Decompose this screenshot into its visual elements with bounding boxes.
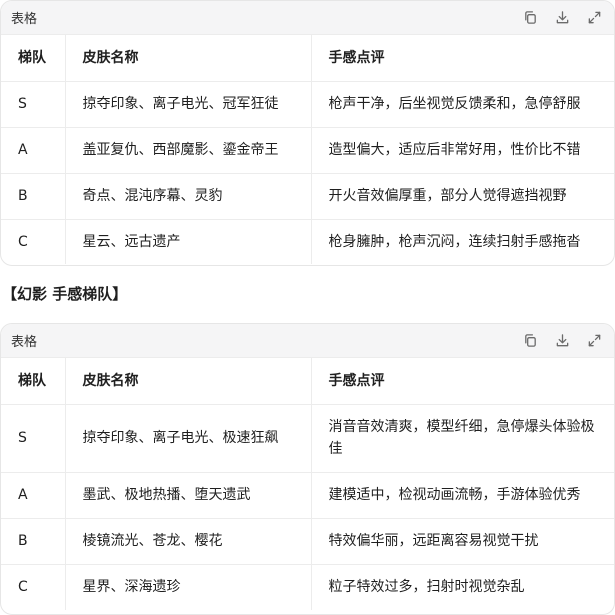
review-cell: 开火音效偏厚重，部分人觉得遮挡视野 [310,173,614,220]
copy-icon[interactable] [522,10,538,26]
expand-icon[interactable] [586,10,602,26]
table-card-header: 表格 [1,1,614,35]
table-card-title: 表格 [11,335,38,350]
table-header-row: 梯队 皮肤名称 手感点评 [1,35,614,82]
data-table: 梯队 皮肤名称 手感点评 S 掠夺印象、离子电光、极速狂飙 消音音效清爽，模型纤… [1,358,614,610]
skin-names-cell: 掠夺印象、离子电光、极速狂飙 [64,404,311,473]
table-header-row: 梯队 皮肤名称 手感点评 [1,358,614,405]
skin-names-cell: 棱镜流光、苍龙、樱花 [64,518,311,565]
table-row: B 棱镜流光、苍龙、樱花 特效偏华丽，远距离容易视觉干扰 [1,518,614,565]
tier-cell: S [1,404,65,473]
table-card-title: 表格 [11,12,38,27]
tier-cell: C [18,233,28,250]
column-header: 皮肤名称 [64,358,311,405]
column-header: 梯队 [1,358,65,405]
tier-cell: C [18,579,28,596]
skin-names-cell: 掠夺印象、离子电光、冠军狂徒 [64,81,311,128]
review-cell: 消音音效清爽，模型纤细，急停爆头体验极佳 [310,404,614,473]
review-cell: 建模适中，检视动画流畅，手游体验优秀 [310,472,614,519]
expand-icon[interactable] [586,333,602,349]
table-row: C 星云、远古遗产 枪身臃肿，枪声沉闷，连续扫射手感拖沓 [1,219,614,264]
column-header: 梯队 [1,35,65,82]
column-header: 手感点评 [310,35,614,82]
column-header: 手感点评 [310,358,614,405]
table-row: S 掠夺印象、离子电光、极速狂飙 消音音效清爽，模型纤细，急停爆头体验极佳 [1,404,614,473]
section-heading: 【幻影 手感梯队】 [2,285,128,303]
table-row: B 奇点、混沌序幕、灵豹 开火音效偏厚重，部分人觉得遮挡视野 [1,173,614,220]
tier-cell: A [1,472,65,519]
review-cell: 枪声干净，后坐视觉反馈柔和，急停舒服 [310,81,614,128]
review-cell: 特效偏华丽，远距离容易视觉干扰 [310,518,614,565]
review-cell: 枪身臃肿，枪声沉闷，连续扫射手感拖沓 [310,219,614,264]
skin-names-cell: 墨武、极地热播、堕天遗武 [64,472,311,519]
skin-names-cell: 奇点、混沌序幕、灵豹 [64,173,311,220]
tier-cell: B [1,518,65,565]
table-row: S 掠夺印象、离子电光、冠军狂徒 枪声干净，后坐视觉反馈柔和，急停舒服 [1,81,614,128]
download-icon[interactable] [554,333,570,349]
skin-names-cell: 星界、深海遗珍 [64,564,311,610]
tier-cell: B [1,173,65,220]
column-header: 皮肤名称 [64,35,311,82]
data-table: 梯队 皮肤名称 手感点评 S 掠夺印象、离子电光、冠军狂徒 枪声干净，后坐视觉反… [1,35,614,264]
table-row: A 墨武、极地热播、堕天遗武 建模适中，检视动画流畅，手游体验优秀 [1,472,614,519]
table-row: C 星界、深海遗珍 粒子特效过多，扫射时视觉杂乱 [1,564,614,610]
table-card-1: 表格 梯队 皮肤名称 手感点评 S 掠夺印象、离子电光、冠军狂徒 枪声干净，后坐… [0,0,615,266]
skin-names-cell: 盖亚复仇、西部魔影、鎏金帝王 [64,127,311,174]
review-cell: 粒子特效过多，扫射时视觉杂乱 [310,564,614,610]
table-tools [522,10,602,26]
table-card-2: 表格 梯队 皮肤名称 手感点评 S 掠夺印象、离子电光、极速狂飙 消音音效清爽，… [0,323,615,615]
tier-cell: S [1,81,65,128]
tier-cell: A [1,127,65,174]
download-icon[interactable] [554,10,570,26]
skin-names-cell: 星云、远古遗产 [64,219,311,264]
review-cell: 造型偏大，适应后非常好用，性价比不错 [310,127,614,174]
table-tools [522,333,602,349]
table-row: A 盖亚复仇、西部魔影、鎏金帝王 造型偏大，适应后非常好用，性价比不错 [1,127,614,174]
copy-icon[interactable] [522,333,538,349]
table-card-header: 表格 [1,324,614,358]
